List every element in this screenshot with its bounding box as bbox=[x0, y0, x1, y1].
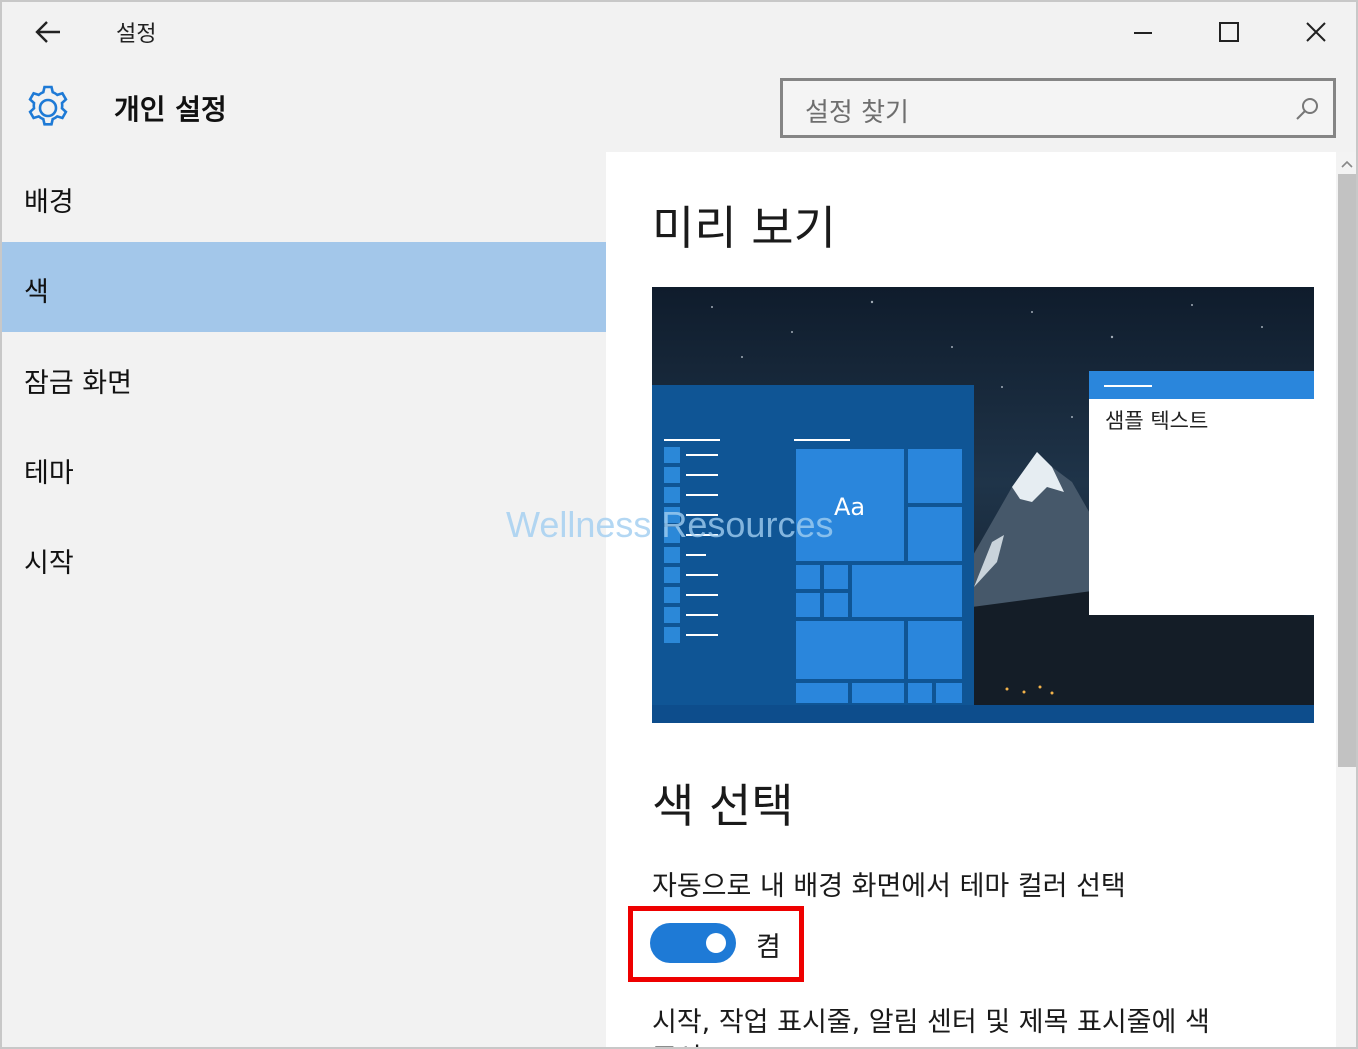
sidebar-item-label: 잠금 화면 bbox=[24, 368, 132, 399]
auto-color-label: 자동으로 내 배경 화면에서 테마 컬러 선택 bbox=[652, 871, 1126, 902]
next-setting-label: 시작, 작업 표시줄, 알림 센터 및 제목 표시줄에 색 bbox=[652, 1007, 1210, 1038]
preview-heading: 미리 보기 bbox=[652, 201, 836, 255]
sidebar-item-themes[interactable]: 테마 bbox=[2, 423, 606, 513]
maximize-button[interactable] bbox=[1209, 12, 1249, 52]
sidebar-item-label: 배경 bbox=[24, 187, 74, 218]
back-button[interactable] bbox=[30, 14, 66, 50]
maximize-icon bbox=[1219, 22, 1239, 42]
sidebar-item-label: 색 bbox=[24, 277, 49, 308]
search-placeholder: 설정 찾기 bbox=[805, 98, 909, 128]
sidebar-item-lock-screen[interactable]: 잠금 화면 bbox=[2, 333, 606, 423]
scrollbar-thumb[interactable] bbox=[1338, 174, 1356, 767]
sample-text: 샘플 텍스트 bbox=[1105, 409, 1208, 433]
sidebar-item-background[interactable]: 배경 bbox=[2, 152, 606, 242]
tile-label: Aa bbox=[834, 493, 865, 521]
toggle-knob bbox=[706, 933, 726, 953]
sidebar-item-label: 시작 bbox=[24, 548, 74, 579]
page-header: 개인 설정 설정 찾기 bbox=[2, 62, 1356, 152]
close-icon bbox=[1306, 22, 1326, 42]
sidebar-item-label: 테마 bbox=[24, 458, 74, 489]
window-title: 설정 bbox=[116, 22, 157, 47]
color-heading: 색 선택 bbox=[652, 779, 794, 833]
chevron-up-icon[interactable] bbox=[1338, 156, 1356, 172]
close-button[interactable] bbox=[1296, 12, 1336, 52]
scrollbar[interactable] bbox=[1336, 152, 1356, 1047]
sidebar: 배경 색 잠금 화면 테마 시작 bbox=[2, 152, 606, 1047]
page-title: 개인 설정 bbox=[114, 93, 227, 126]
content-pane: 미리 보기 Aa 샘플 텍스트 색 선택 자동으로 내 배경 화면에서 테마 컬… bbox=[606, 152, 1356, 1047]
taskbar-preview bbox=[652, 705, 1314, 723]
sidebar-item-start[interactable]: 시작 bbox=[2, 513, 606, 603]
sample-window-preview bbox=[1089, 371, 1314, 615]
toggle-state-label: 켬 bbox=[756, 932, 781, 963]
minimize-icon bbox=[1134, 32, 1152, 34]
search-input[interactable]: 설정 찾기 bbox=[780, 78, 1336, 138]
gear-icon bbox=[22, 82, 74, 134]
arrow-left-icon bbox=[35, 21, 60, 43]
title-bar: 설정 bbox=[2, 2, 1356, 62]
sidebar-item-color[interactable]: 색 bbox=[2, 242, 606, 332]
next-setting-label-continued: 표시 bbox=[652, 1036, 702, 1047]
minimize-button[interactable] bbox=[1123, 12, 1163, 52]
settings-window: 설정 개인 설정 설정 찾기 배경 색 잠금 화면 테마 시작 미리 보기 Aa… bbox=[0, 0, 1358, 1049]
auto-color-toggle[interactable] bbox=[650, 923, 736, 963]
theme-preview: Aa 샘플 텍스트 bbox=[652, 287, 1314, 723]
search-icon bbox=[1296, 98, 1318, 120]
